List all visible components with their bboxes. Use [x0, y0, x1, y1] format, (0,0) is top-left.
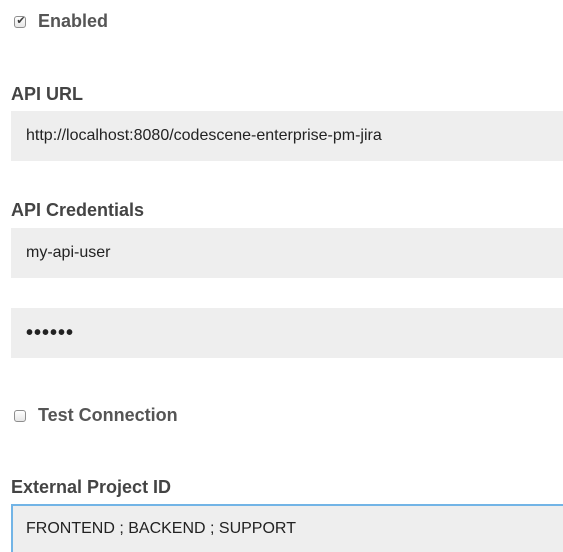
- external-project-id-label: External Project ID: [11, 477, 172, 497]
- api-url-input[interactable]: http://localhost:8080/codescene-enterpri…: [11, 111, 563, 161]
- enabled-checkbox[interactable]: ✔: [14, 13, 26, 28]
- enabled-row[interactable]: ✔ Enabled: [14, 11, 108, 32]
- checkmark-icon: ✔: [16, 13, 26, 27]
- api-url-label: API URL: [11, 84, 83, 104]
- username-input[interactable]: my-api-user: [11, 228, 563, 278]
- settings-form: ✔ Enabled API URL http://localhost:8080/…: [0, 0, 563, 552]
- api-credentials-label: API Credentials: [11, 200, 145, 220]
- enabled-label[interactable]: Enabled: [38, 11, 108, 32]
- test-connection-row[interactable]: Test Connection: [14, 405, 178, 426]
- test-connection-checkbox[interactable]: [14, 409, 26, 422]
- password-input[interactable]: ••••••: [11, 308, 563, 358]
- test-connection-label[interactable]: Test Connection: [38, 405, 178, 426]
- external-project-id-input[interactable]: FRONTEND ; BACKEND ; SUPPORT: [11, 504, 563, 552]
